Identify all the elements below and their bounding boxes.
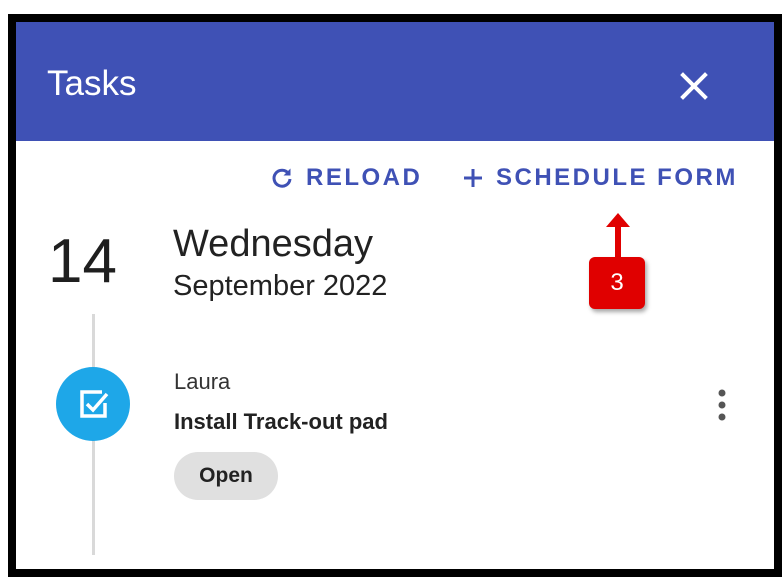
- annotation-arrow-stem: [615, 223, 621, 257]
- month-year-label: September 2022: [173, 270, 388, 302]
- day-number: 14: [48, 227, 117, 296]
- task-assignee: Laura: [174, 369, 231, 394]
- refresh-icon: [270, 166, 294, 190]
- task-title[interactable]: Install Track-out pad: [174, 409, 388, 435]
- status-badge: Open: [174, 452, 278, 500]
- panel-header: Tasks: [16, 22, 774, 141]
- schedule-form-button[interactable]: SCHEDULE FORM: [462, 163, 738, 193]
- schedule-form-label: SCHEDULE FORM: [496, 164, 738, 191]
- checkbox-checked-icon: [80, 390, 109, 418]
- plus-icon: [462, 167, 484, 189]
- close-button[interactable]: [674, 66, 714, 106]
- panel-title: Tasks: [47, 64, 137, 103]
- task-menu-button[interactable]: [710, 388, 734, 428]
- close-icon: [680, 72, 708, 100]
- reload-button[interactable]: RELOAD: [270, 163, 422, 193]
- more-vertical-icon: [718, 389, 726, 421]
- reload-label: RELOAD: [306, 164, 423, 191]
- weekday-label: Wednesday: [173, 223, 373, 265]
- task-type-badge[interactable]: [56, 367, 130, 441]
- annotation-badge: 3: [589, 257, 645, 309]
- tasks-panel: Tasks RELOAD SCHEDULE FORM 14 Wednesday …: [8, 14, 782, 577]
